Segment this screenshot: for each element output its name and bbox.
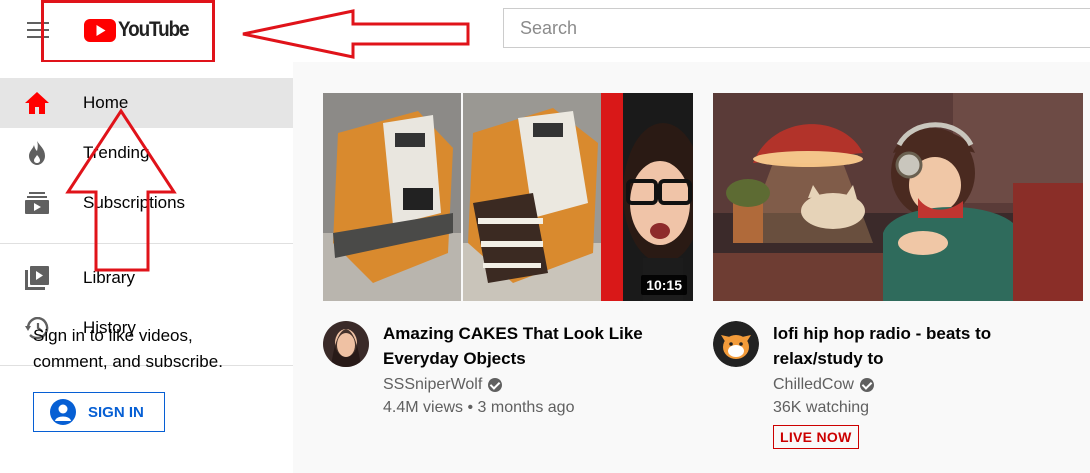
sidebar-item-library[interactable]: Library [0, 253, 293, 303]
verified-icon [488, 378, 503, 392]
sidebar: Home Trending Subscriptions Library Hist… [0, 62, 293, 473]
youtube-page: YouTube Home Trending [0, 0, 1090, 473]
top-header: YouTube [0, 0, 1090, 63]
lofi-girl-thumbnail-image [713, 93, 1083, 301]
search-input[interactable] [503, 8, 1090, 48]
video-meta: lofi hip hop radio - beats to relax/stud… [713, 301, 1083, 451]
channel-name[interactable]: SSSniperWolf [383, 376, 503, 394]
sidebar-item-label: Subscriptions [83, 193, 186, 212]
sidebar-item-trending[interactable]: Trending [0, 128, 293, 178]
video-title[interactable]: Amazing CAKES That Look Like Everyday Ob… [383, 321, 683, 371]
live-now-badge: LIVE NOW [773, 425, 859, 449]
sidebar-item-subscriptions[interactable]: Subscriptions [0, 178, 293, 228]
cake-thumbnail-image [323, 93, 693, 301]
channel-name-text: SSSniperWolf [383, 376, 483, 393]
subscriptions-icon [24, 190, 50, 216]
video-duration: 10:15 [641, 275, 687, 295]
home-icon [24, 90, 50, 116]
channel-avatar[interactable] [713, 321, 759, 367]
account-icon [50, 399, 76, 425]
flame-icon [24, 140, 50, 166]
channel-name-text: ChilledCow [773, 376, 854, 393]
signin-button-label: SIGN IN [88, 403, 144, 421]
sidebar-item-home[interactable]: Home [0, 78, 293, 128]
verified-icon [859, 378, 874, 392]
video-stats: 36K watching [773, 399, 870, 416]
channel-avatar[interactable] [323, 321, 369, 367]
video-meta: Amazing CAKES That Look Like Everyday Ob… [323, 301, 693, 451]
video-grid: 10:15 Amazing CAKES That Look Like Every… [293, 62, 1090, 473]
video-title[interactable]: lofi hip hop radio - beats to relax/stud… [773, 321, 1073, 371]
video-thumbnail[interactable]: 10:15 [323, 93, 693, 301]
sidebar-divider [0, 243, 293, 244]
video-card[interactable]: lofi hip hop radio - beats to relax/stud… [713, 93, 1083, 451]
sidebar-item-label: Home [83, 93, 129, 112]
video-stats: 4.4M views • 3 months ago [383, 399, 575, 416]
signin-prompt: Sign in to like videos, comment, and sub… [33, 326, 223, 371]
signin-button[interactable]: SIGN IN [33, 392, 165, 432]
video-thumbnail[interactable] [713, 93, 1083, 301]
annotation-logo-box [41, 0, 215, 63]
sidebar-item-label: Library [83, 268, 135, 287]
library-icon [24, 265, 50, 291]
sidebar-item-label: Trending [83, 143, 150, 162]
video-card[interactable]: 10:15 Amazing CAKES That Look Like Every… [323, 93, 693, 451]
channel-name[interactable]: ChilledCow [773, 376, 874, 394]
